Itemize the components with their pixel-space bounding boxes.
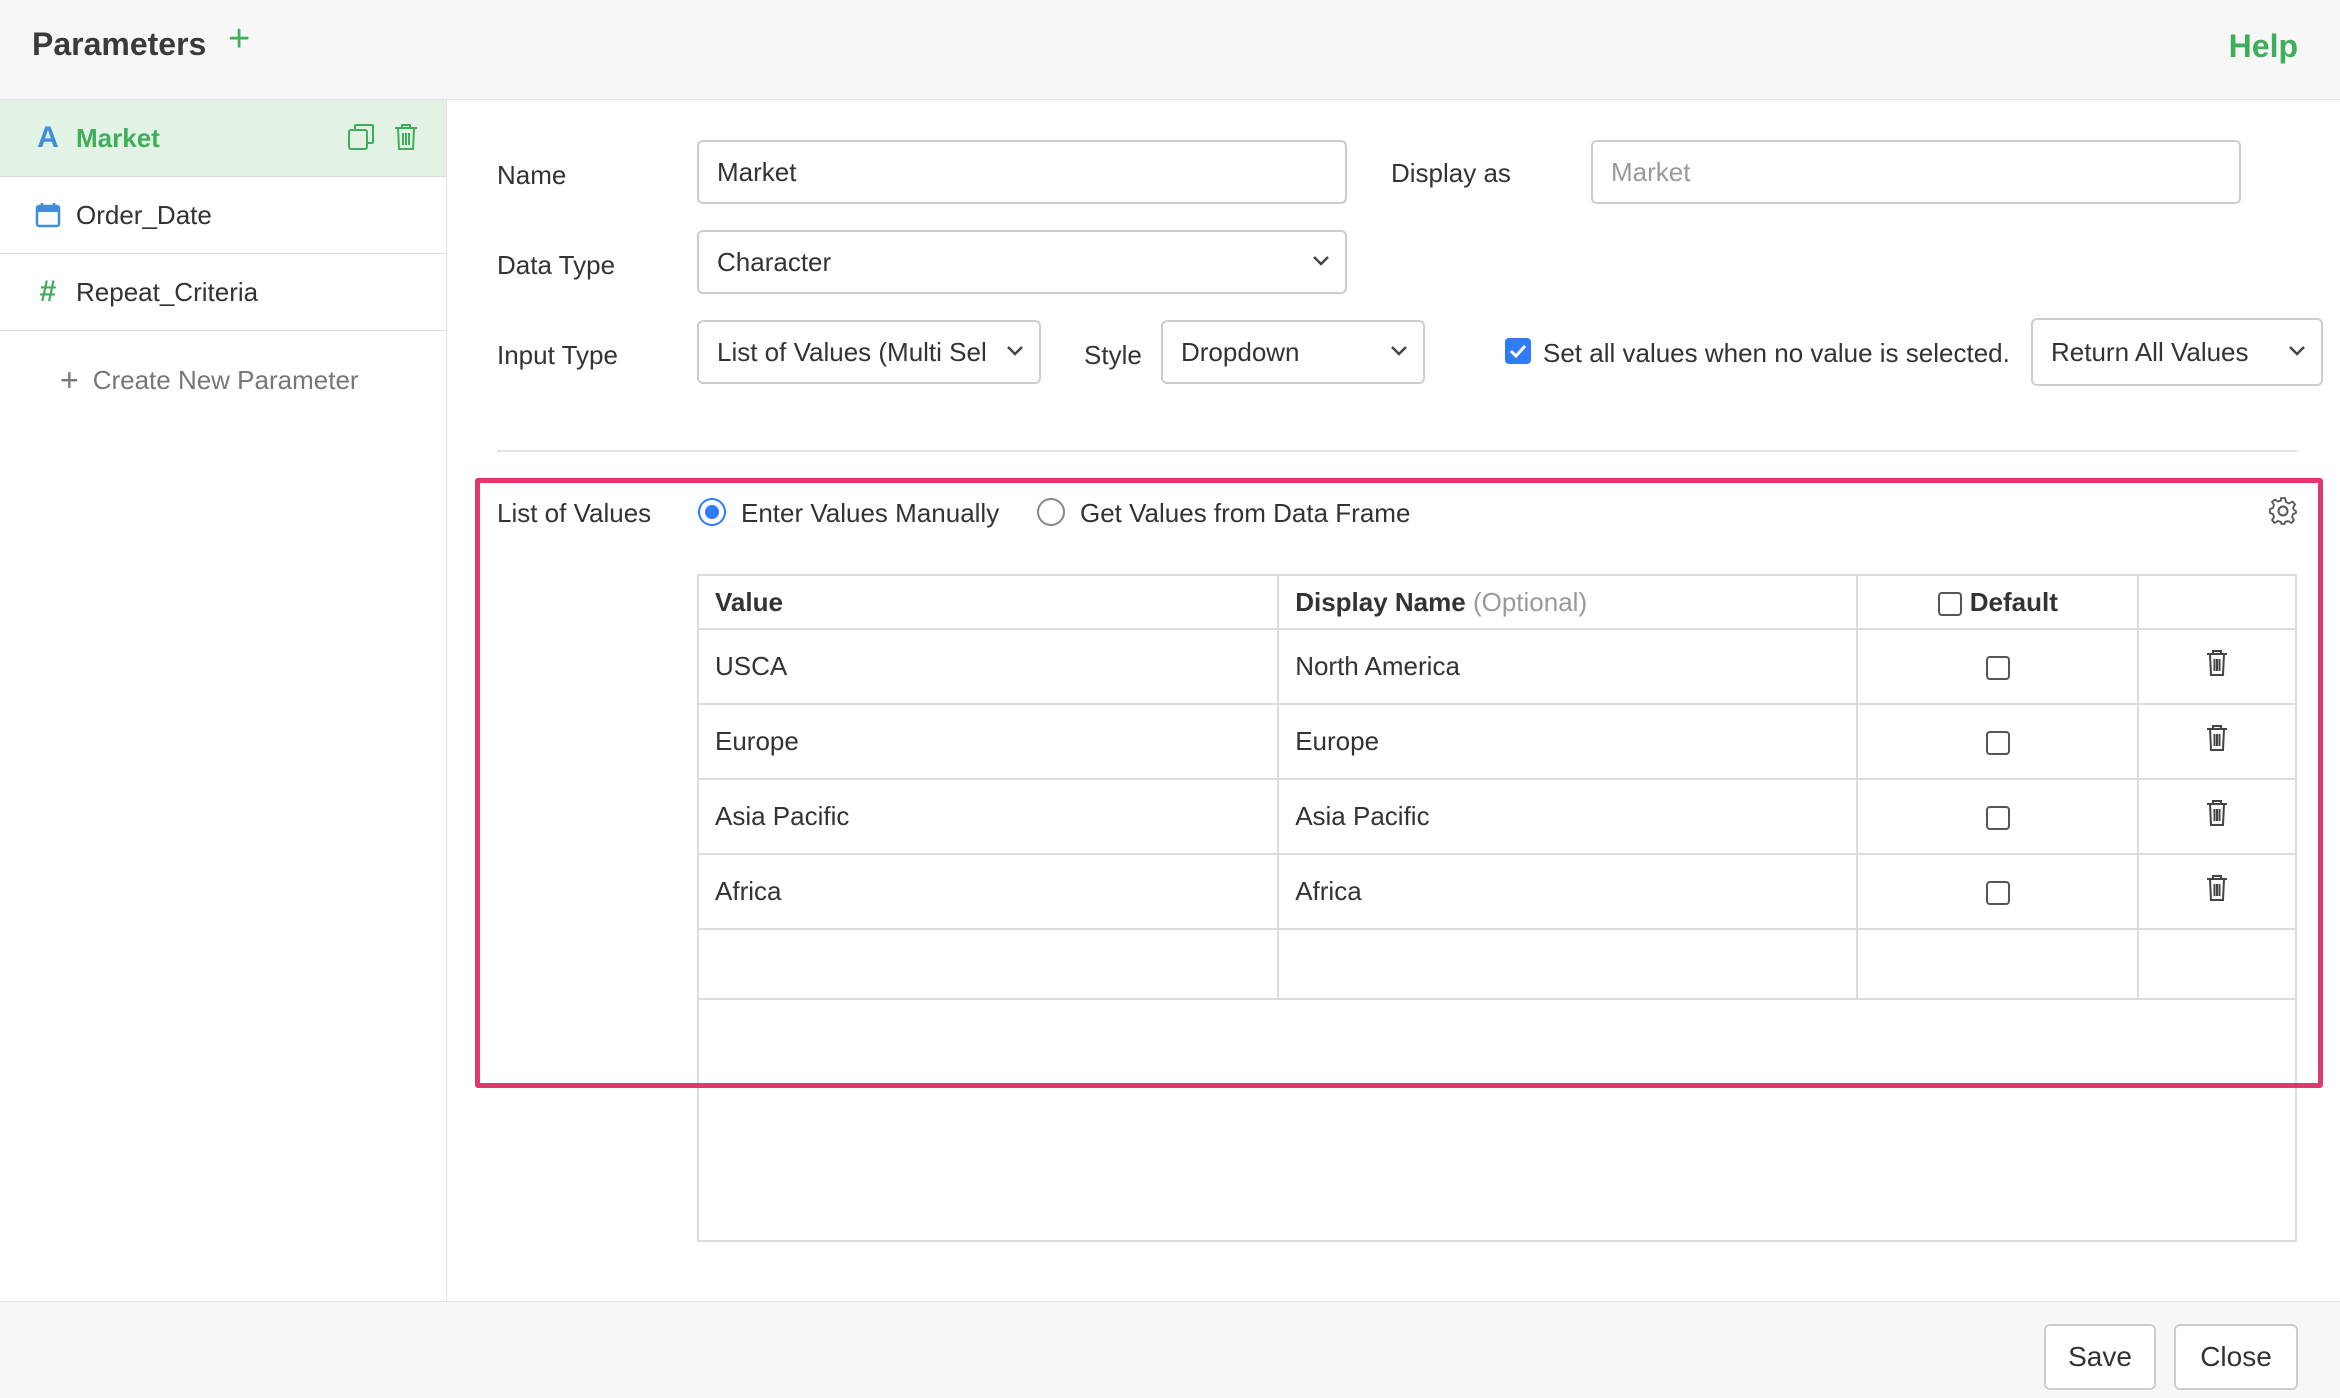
input-type-value: List of Values (Multi Sel	[717, 336, 987, 367]
new-value-cell[interactable]	[696, 928, 1280, 1000]
chevron-down-icon	[1391, 346, 1407, 356]
value-cell[interactable]: Africa	[696, 853, 1280, 930]
default-checkbox[interactable]	[1985, 806, 2010, 831]
input-type-label: Input Type	[497, 340, 618, 370]
name-label: Name	[497, 160, 567, 190]
close-button[interactable]: Close	[2174, 1324, 2298, 1390]
display-name-cell[interactable]: Asia Pacific	[1277, 778, 1859, 855]
sidebar-item-label: Repeat_Criteria	[76, 276, 259, 307]
actions-column-header	[2137, 574, 2297, 630]
default-checkbox[interactable]	[1985, 731, 2010, 756]
style-select[interactable]: Dropdown	[1161, 320, 1425, 384]
checkmark-icon	[1509, 344, 1527, 359]
plus-icon: +	[60, 362, 79, 398]
list-of-values-label: List of Values	[497, 498, 652, 528]
data-type-select[interactable]: Character	[697, 230, 1347, 294]
enter-values-manually-label: Enter Values Manually	[741, 498, 1000, 528]
create-new-parameter-link[interactable]: + Create New Parameter	[60, 362, 359, 399]
calendar-icon	[32, 202, 64, 228]
sidebar-item-label: Order_Date	[76, 199, 212, 230]
dialog-header: Parameters + Help	[0, 0, 2340, 100]
hash-icon: #	[39, 275, 57, 308]
default-all-checkbox[interactable]	[1937, 591, 1962, 616]
default-checkbox[interactable]	[1985, 881, 2010, 906]
data-type-value: Character	[717, 246, 832, 277]
section-divider	[497, 450, 2297, 452]
chevron-down-icon	[2289, 346, 2305, 356]
return-values-value: Return All Values	[2051, 336, 2249, 367]
value-cell[interactable]: Asia Pacific	[696, 778, 1280, 855]
sidebar-item-repeat-criteria[interactable]: # Repeat_Criteria	[0, 254, 446, 331]
return-values-select[interactable]: Return All Values	[2031, 318, 2323, 386]
table-row: Africa Africa	[696, 853, 2297, 930]
set-all-values-label: Set all values when no value is selected…	[1543, 338, 2010, 368]
style-value: Dropdown	[1181, 336, 1300, 367]
data-type-label: Data Type	[497, 250, 616, 280]
display-name-column-header: Display Name (Optional)	[1277, 574, 1859, 630]
table-row: USCA North America	[696, 628, 2297, 705]
trash-icon[interactable]	[392, 122, 420, 159]
values-table-area: Value Display Name (Optional) Default US…	[696, 574, 2297, 1242]
style-label: Style	[1084, 340, 1142, 370]
settings-gear-icon[interactable]	[2268, 496, 2298, 531]
save-button[interactable]: Save	[2044, 1324, 2156, 1390]
get-values-from-data-frame-radio[interactable]	[1037, 498, 1065, 526]
display-as-label: Display as	[1391, 158, 1511, 188]
letter-a-icon: A	[37, 121, 59, 154]
table-row: Asia Pacific Asia Pacific	[696, 778, 2297, 855]
trash-icon[interactable]	[2205, 650, 2229, 683]
value-column-header: Value	[696, 574, 1280, 630]
help-link[interactable]: Help	[2229, 28, 2298, 65]
optional-hint: (Optional)	[1472, 586, 1588, 617]
value-cell[interactable]: Europe	[696, 703, 1280, 780]
sidebar-item-market[interactable]: A Market	[0, 100, 446, 177]
sidebar-item-order-date[interactable]: Order_Date	[0, 177, 446, 254]
get-values-from-data-frame-label: Get Values from Data Frame	[1080, 498, 1411, 528]
input-type-select[interactable]: List of Values (Multi Sel	[697, 320, 1041, 384]
sidebar-item-label: Market	[76, 122, 160, 153]
values-table: Value Display Name (Optional) Default US…	[696, 574, 2297, 1000]
chevron-down-icon	[1007, 346, 1023, 356]
chevron-down-icon	[1313, 256, 1329, 266]
display-name-cell[interactable]: North America	[1277, 628, 1859, 705]
table-row-empty	[696, 928, 2297, 1000]
trash-icon[interactable]	[2205, 800, 2229, 833]
default-checkbox[interactable]	[1985, 656, 2010, 681]
parameter-sidebar: A Market Order_Date # Repeat_Criteria + …	[0, 100, 447, 1301]
table-row: Europe Europe	[696, 703, 2297, 780]
duplicate-icon[interactable]	[346, 122, 376, 159]
dialog-title: Parameters	[32, 26, 207, 62]
table-header-row: Value Display Name (Optional) Default	[696, 574, 2297, 630]
display-name-cell[interactable]: Africa	[1277, 853, 1859, 930]
display-name-cell[interactable]: Europe	[1277, 703, 1859, 780]
trash-icon[interactable]	[2205, 875, 2229, 908]
set-all-values-checkbox[interactable]	[1505, 338, 1531, 364]
value-cell[interactable]: USCA	[696, 628, 1280, 705]
default-column-header: Default	[1856, 574, 2140, 630]
add-parameter-icon[interactable]: +	[228, 20, 250, 58]
trash-icon[interactable]	[2205, 725, 2229, 758]
display-as-input[interactable]	[1591, 140, 2241, 204]
name-input[interactable]	[697, 140, 1347, 204]
enter-values-manually-radio[interactable]	[698, 498, 726, 526]
new-display-name-cell[interactable]	[1277, 928, 1859, 1000]
create-new-parameter-label: Create New Parameter	[92, 365, 359, 395]
dialog-footer: Save Close	[0, 1301, 2340, 1398]
